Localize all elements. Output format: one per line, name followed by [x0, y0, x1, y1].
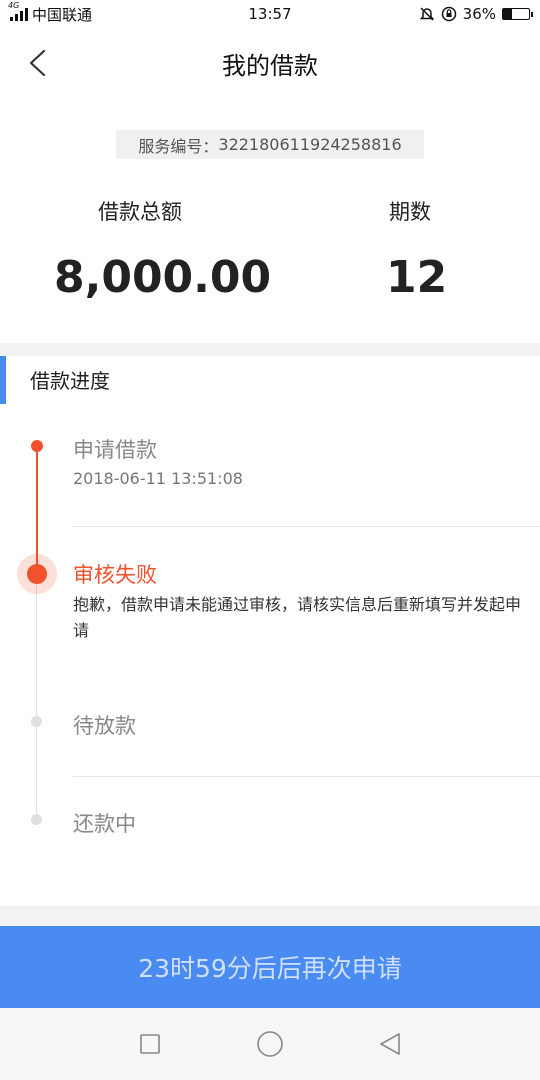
home-button[interactable] — [250, 1024, 290, 1064]
nav-back-button[interactable] — [370, 1024, 410, 1064]
step-repaying-title: 还款中 — [73, 812, 136, 836]
rotation-lock-icon — [441, 6, 456, 22]
square-icon — [140, 1034, 160, 1054]
step-review-failed-title: 审核失败 — [73, 563, 157, 587]
service-number: 服务编号： 322180611924258816 — [116, 130, 424, 159]
bottom-spacer — [0, 906, 540, 926]
triangle-left-icon — [380, 1033, 400, 1055]
clock: 13:57 — [248, 5, 292, 23]
battery-percent: 36% — [462, 5, 496, 23]
chevron-left-icon — [29, 49, 46, 77]
step-divider — [73, 526, 540, 527]
section-accent-bar — [0, 356, 6, 404]
periods-value: 12 — [386, 252, 448, 303]
step-review-failed-description: 抱歉，借款申请未能通过审核，请核实信息后重新填写并发起申请 — [73, 595, 522, 640]
progress-section-title: 借款进度 — [30, 369, 110, 393]
system-nav-bar — [0, 1008, 540, 1080]
step-apply-time: 2018-06-11 13:51:08 — [73, 469, 243, 488]
step-apply-title: 申请借款 — [73, 438, 157, 462]
signal-icon: 4G — [8, 1, 28, 21]
periods-label: 期数 — [389, 200, 431, 224]
network-type: 4G — [8, 1, 20, 10]
back-button[interactable] — [22, 46, 56, 80]
service-number-label: 服务编号： — [138, 136, 219, 156]
timeline-dot-current — [17, 554, 57, 594]
page-title: 我的借款 — [222, 51, 318, 80]
total-amount-value: 8,000.00 — [54, 252, 272, 303]
battery-icon — [502, 8, 533, 20]
circle-icon — [257, 1031, 283, 1057]
timeline-dot-done — [31, 440, 43, 452]
carrier-name: 中国联通 — [32, 5, 93, 24]
timeline-dot-pending — [31, 814, 42, 825]
total-amount-label: 借款总额 — [98, 200, 182, 224]
status-left: 4G 中国联通 — [8, 1, 93, 25]
section-divider — [0, 343, 540, 356]
status-bar: 4G 中国联通 13:57 36% — [0, 0, 540, 28]
step-divider — [73, 776, 540, 777]
service-number-value: 322180611924258816 — [218, 135, 402, 154]
step-awaiting-disbursement-title: 待放款 — [73, 714, 136, 738]
header: 我的借款 — [0, 28, 540, 98]
timeline-dot-pending — [31, 716, 42, 727]
reapply-button[interactable]: 23时59分后后再次申请 — [0, 926, 540, 1008]
recent-apps-button[interactable] — [130, 1024, 170, 1064]
mute-bell-icon — [419, 7, 434, 21]
timeline-line-pending — [36, 574, 37, 819]
status-right: 36% — [419, 5, 533, 23]
